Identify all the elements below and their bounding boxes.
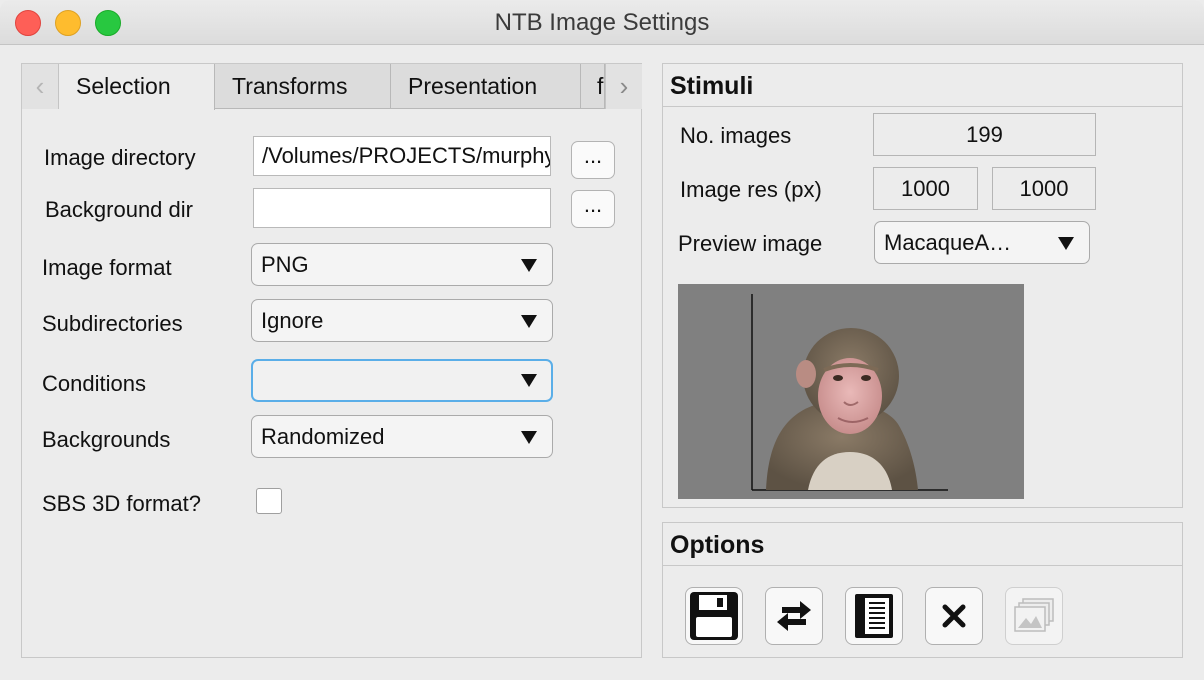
- options-panel: Options: [662, 522, 1183, 658]
- image-res-label: Image res (px): [680, 177, 822, 202]
- preview-image-select[interactable]: MacaqueA…: [874, 221, 1090, 264]
- subdirectories-label: Subdirectories: [42, 311, 183, 336]
- subdirectories-select[interactable]: Ignore: [251, 299, 553, 342]
- divider: [663, 106, 1182, 107]
- chevron-down-icon: [521, 315, 537, 328]
- image-format-select[interactable]: PNG: [251, 243, 553, 286]
- tab-truncated[interactable]: f: [581, 64, 605, 109]
- chevron-down-icon: [1058, 237, 1074, 250]
- chevron-down-icon: [521, 259, 537, 272]
- tab-bar: ‹ Selection Transforms Presentation f ›: [22, 64, 642, 110]
- preview-image: [751, 294, 948, 491]
- divider: [663, 565, 1182, 566]
- options-title: Options: [670, 531, 765, 559]
- swap-arrows-icon: [777, 601, 811, 631]
- num-images-value: 199: [873, 113, 1096, 156]
- image-stack-button[interactable]: [1005, 587, 1063, 645]
- chevron-down-icon: [521, 374, 537, 387]
- clear-button[interactable]: [925, 587, 983, 645]
- sbs3d-label: SBS 3D format?: [42, 491, 201, 516]
- preview-image-label: Preview image: [678, 231, 823, 256]
- image-res-y-value: 1000: [992, 167, 1096, 210]
- window-title: NTB Image Settings: [494, 9, 710, 36]
- tab-scroll-right-icon[interactable]: ›: [605, 64, 642, 109]
- close-icon: [942, 604, 966, 628]
- app-window: NTB Image Settings ‹ Selection Transform…: [0, 0, 1204, 680]
- title-bar: NTB Image Settings: [0, 0, 1204, 45]
- tab-panel: ‹ Selection Transforms Presentation f › …: [21, 63, 642, 658]
- browse-background-dir-button[interactable]: ...: [571, 190, 615, 228]
- num-images-label: No. images: [680, 123, 792, 148]
- stimuli-title: Stimuli: [670, 72, 754, 100]
- swap-button[interactable]: [765, 587, 823, 645]
- background-dir-field[interactable]: [253, 188, 551, 228]
- image-stack-icon: [1014, 598, 1054, 632]
- image-format-value: PNG: [261, 252, 309, 277]
- tab-transforms[interactable]: Transforms: [215, 64, 391, 109]
- backgrounds-label: Backgrounds: [42, 427, 171, 452]
- image-directory-field[interactable]: /Volumes/PROJECTS/murphya/Stimuli/: [253, 136, 551, 176]
- backgrounds-value: Randomized: [261, 424, 385, 449]
- conditions-select[interactable]: [251, 359, 553, 402]
- tab-selection[interactable]: Selection: [59, 64, 215, 110]
- sbs3d-checkbox[interactable]: [256, 488, 282, 514]
- conditions-label: Conditions: [42, 371, 146, 396]
- image-res-x-value: 1000: [873, 167, 978, 210]
- image-directory-label: Image directory: [44, 145, 196, 170]
- browse-image-directory-button[interactable]: ...: [571, 141, 615, 179]
- image-format-label: Image format: [42, 255, 172, 280]
- log-book-button[interactable]: [845, 587, 903, 645]
- chevron-down-icon: [521, 431, 537, 444]
- stimuli-panel: Stimuli No. images 199 Image res (px) 10…: [662, 63, 1183, 508]
- background-dir-label: Background dir: [45, 197, 193, 222]
- backgrounds-select[interactable]: Randomized: [251, 415, 553, 458]
- tab-presentation[interactable]: Presentation: [391, 64, 581, 109]
- save-icon: [690, 592, 738, 640]
- preview-image-area: [678, 284, 1024, 499]
- book-icon: [855, 594, 893, 638]
- save-button[interactable]: [685, 587, 743, 645]
- subdirectories-value: Ignore: [261, 308, 324, 333]
- preview-image-value: MacaqueA…: [884, 230, 1012, 255]
- tab-scroll-left-icon[interactable]: ‹: [22, 64, 59, 109]
